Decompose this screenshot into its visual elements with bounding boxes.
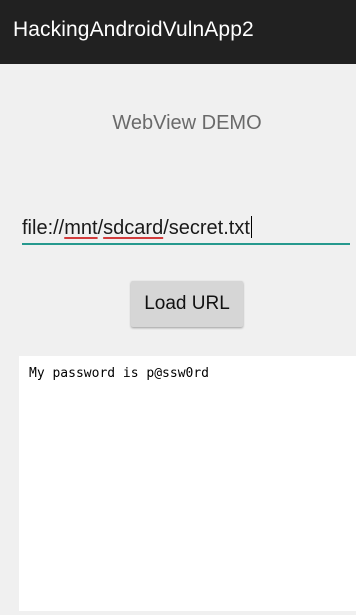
url-input-value[interactable]: file://mnt/sdcard/secret.txt <box>22 216 253 240</box>
action-bar: HackingAndroidVulnApp2 <box>0 0 356 64</box>
url-input-underline <box>22 243 350 245</box>
url-prefix: file:// <box>22 217 65 239</box>
webview-demo-heading: WebView DEMO <box>112 112 262 134</box>
url-segment-mnt: mnt <box>64 217 98 239</box>
webview-content-text: My password is p@ssw0rd <box>29 366 210 381</box>
url-segment-sdcard: sdcard <box>103 217 164 239</box>
main-content: WebView DEMO file://mnt/sdcard/secret.tx… <box>0 64 356 615</box>
text-cursor <box>250 216 253 238</box>
load-url-button[interactable]: Load URL <box>131 281 243 327</box>
url-input[interactable]: file://mnt/sdcard/secret.txt <box>22 210 350 246</box>
url-filename: secret.txt <box>168 217 250 239</box>
webview[interactable]: My password is p@ssw0rd <box>19 356 356 611</box>
app-title: HackingAndroidVulnApp2 <box>13 18 254 41</box>
